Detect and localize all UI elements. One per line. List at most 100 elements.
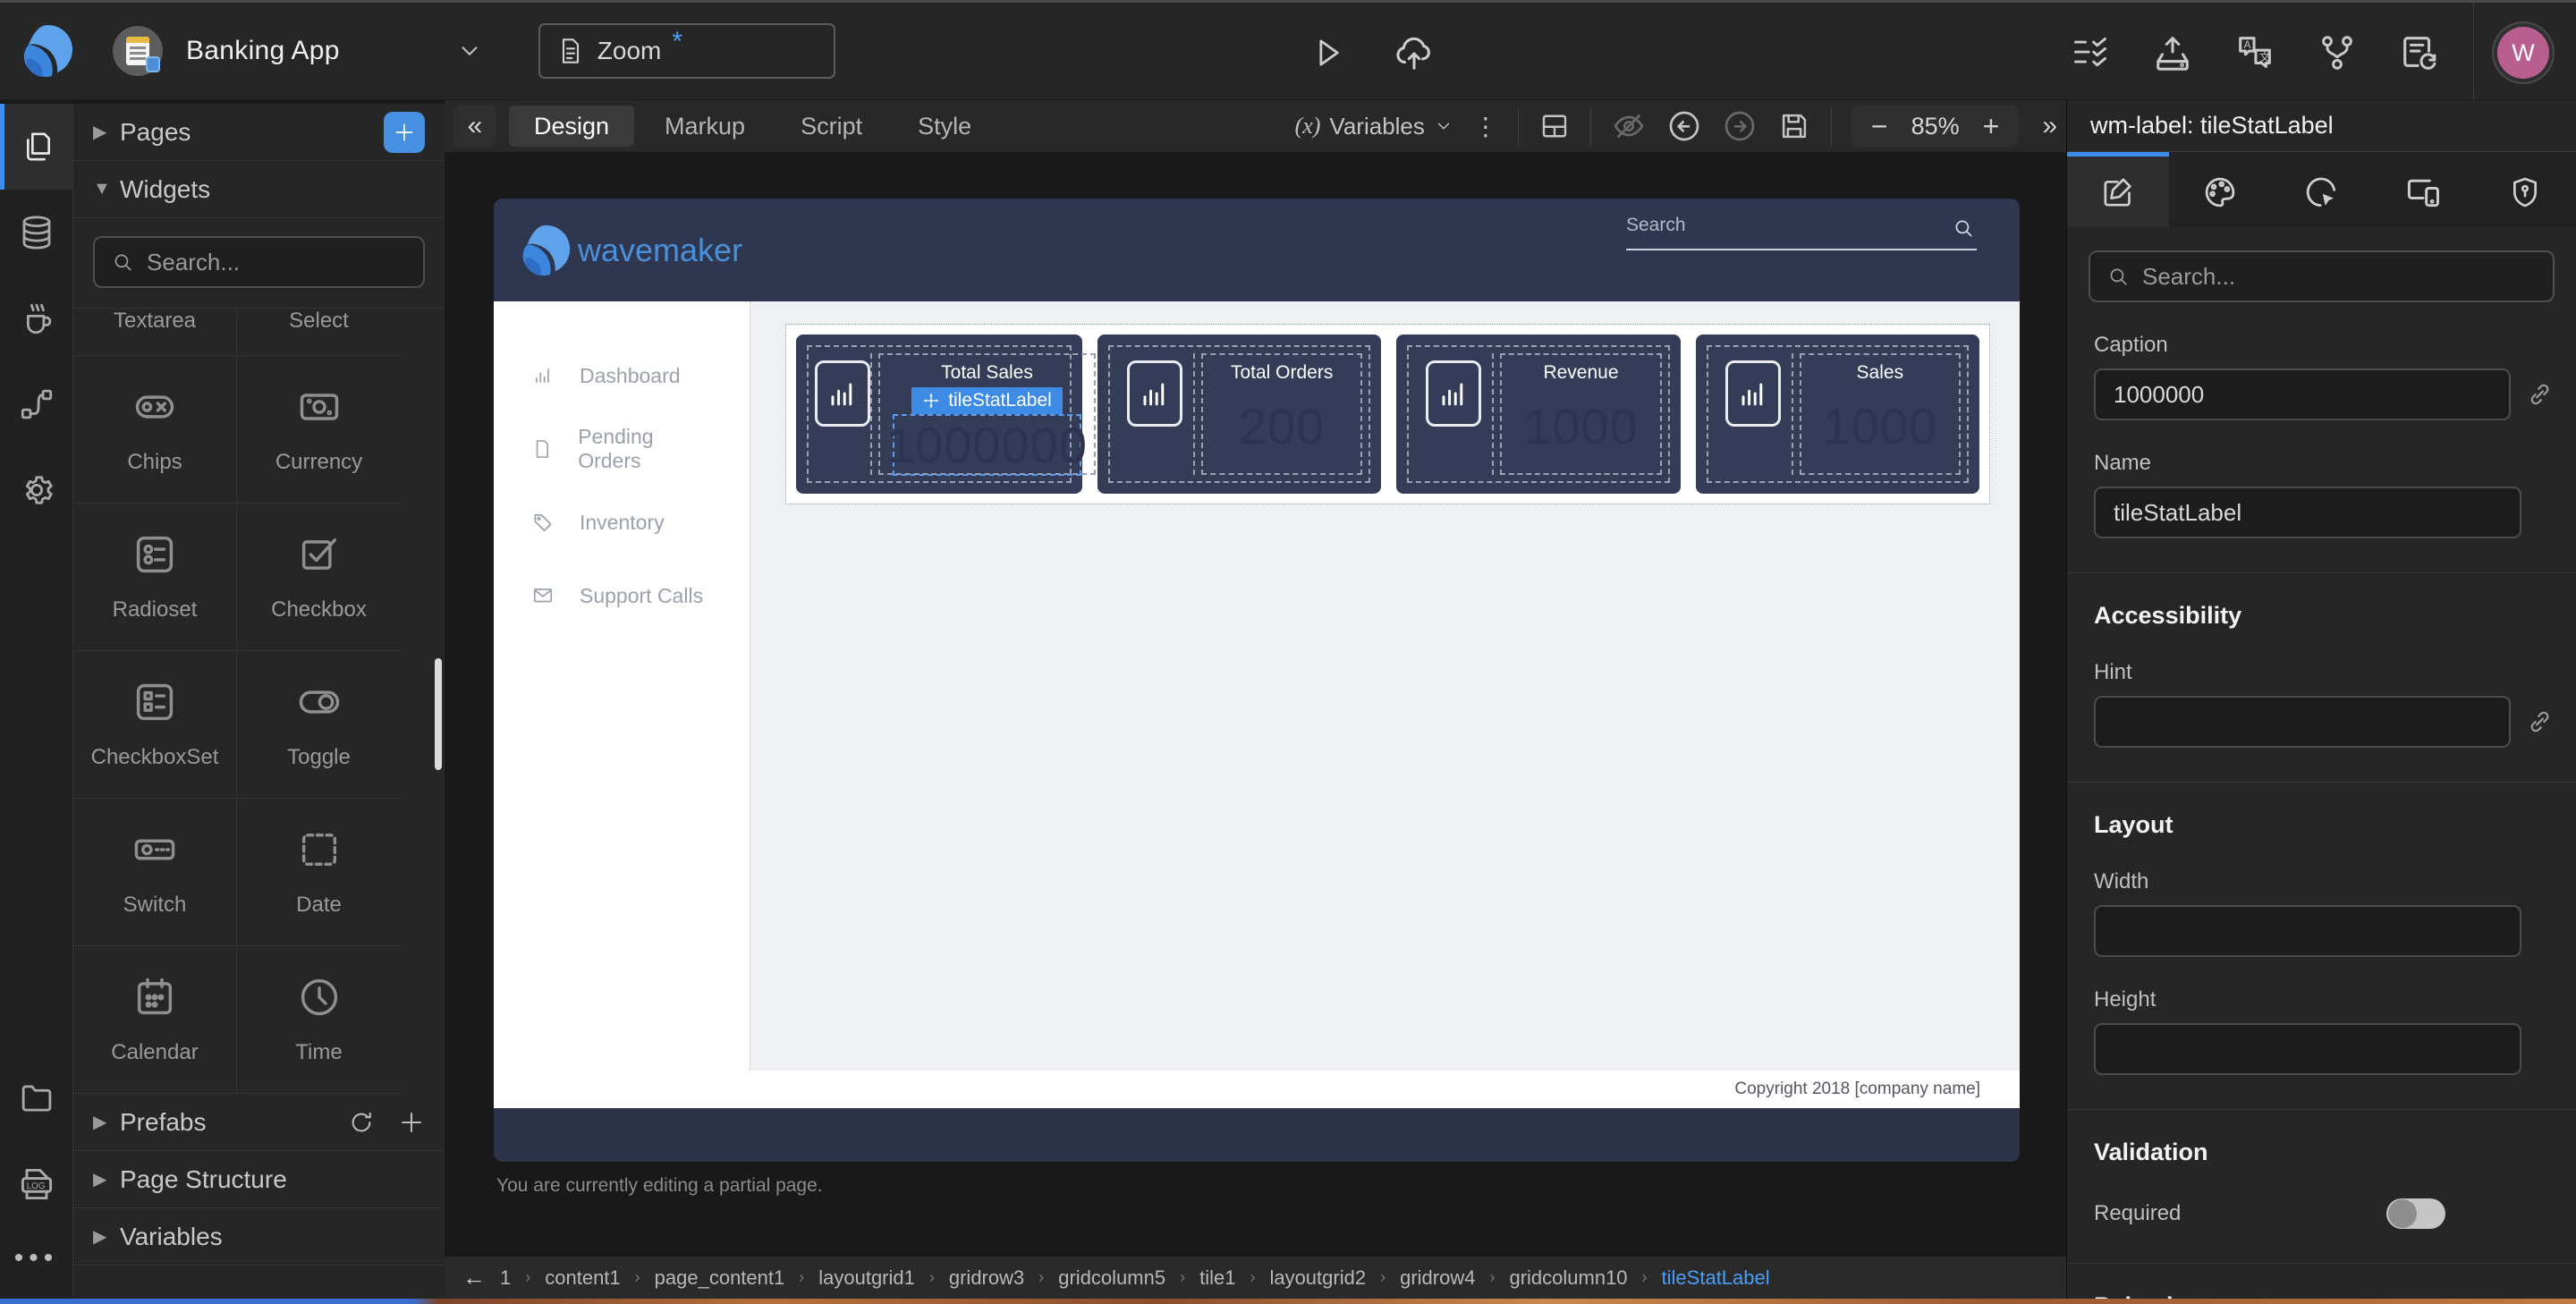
preview-nav-dashboard[interactable]: Dashboard xyxy=(494,339,750,412)
name-input[interactable] xyxy=(2094,487,2521,538)
tab-styles[interactable] xyxy=(2169,152,2271,227)
refresh-icon[interactable] xyxy=(348,1109,375,1136)
partial-page-notice: You are currently editing a partial page… xyxy=(496,1175,823,1197)
bind-property-link-icon[interactable] xyxy=(2525,707,2555,737)
widget-item-checkbox[interactable]: Checkbox xyxy=(237,504,401,650)
tab-properties[interactable] xyxy=(2067,152,2169,227)
breadcrumb-back-icon[interactable]: ← xyxy=(462,1264,486,1291)
preview-brand-name: wavemaker xyxy=(578,232,742,269)
editor-tab-script[interactable]: Script xyxy=(775,106,887,147)
preview-nav-support-calls[interactable]: Support Calls xyxy=(494,559,750,632)
wavemaker-logo-icon[interactable] xyxy=(18,22,75,80)
panel-scrollbar-thumb[interactable] xyxy=(435,658,442,770)
widget-item-toggle[interactable]: Toggle xyxy=(237,651,401,798)
tab-security[interactable] xyxy=(2474,152,2576,227)
export-project-icon[interactable] xyxy=(2152,32,2193,73)
breadcrumb-item-layoutgrid2[interactable]: layoutgrid2 xyxy=(1269,1266,1366,1290)
pages-section-header[interactable]: ▶ Pages xyxy=(73,104,445,161)
rail-item-files[interactable] xyxy=(0,1055,72,1141)
widget-item-textarea[interactable]: Textarea xyxy=(73,309,237,355)
widget-item-date[interactable]: Date xyxy=(237,799,401,945)
project-chevron-down-icon[interactable] xyxy=(456,38,483,64)
prefabs-section-header[interactable]: ▶ Prefabs xyxy=(73,1094,445,1151)
selected-widget-chip[interactable]: tileStatLabel xyxy=(911,387,1063,414)
rail-item-pages[interactable] xyxy=(0,104,72,190)
width-input[interactable] xyxy=(2094,905,2521,957)
checklist-icon[interactable] xyxy=(2071,33,2110,72)
caption-input[interactable] xyxy=(2094,368,2511,420)
bind-property-link-icon[interactable] xyxy=(2525,379,2555,410)
undo-icon[interactable] xyxy=(1666,108,1702,144)
localization-icon[interactable]: A文 xyxy=(2234,32,2275,73)
add-prefab-icon[interactable] xyxy=(398,1109,425,1136)
widget-search-input[interactable]: Search... xyxy=(93,236,425,288)
add-page-button[interactable] xyxy=(384,112,425,153)
project-icon[interactable] xyxy=(113,26,163,76)
breadcrumb-item-tile1[interactable]: tile1 xyxy=(1199,1266,1235,1290)
widget-item-time[interactable]: Time xyxy=(237,946,401,1093)
preview-nav-inventory[interactable]: Inventory xyxy=(494,486,750,559)
stat-tile-revenue[interactable]: Revenue 1000 xyxy=(1396,334,1680,494)
preview-nav-pending-orders[interactable]: Pending Orders xyxy=(494,412,750,486)
stat-tile-total-orders[interactable]: Total Orders 200 xyxy=(1097,334,1381,494)
breadcrumb-item-tileStatLabel[interactable]: tileStatLabel xyxy=(1662,1266,1770,1290)
breadcrumb-item-gridcolumn5[interactable]: gridcolumn5 xyxy=(1058,1266,1165,1290)
tab-devices[interactable] xyxy=(2372,152,2474,227)
zoom-out-button[interactable]: − xyxy=(1871,110,1888,143)
expand-right-panel-button[interactable]: » xyxy=(2042,111,2057,141)
collapse-left-panel-button[interactable]: « xyxy=(453,105,496,148)
rail-item-apis[interactable] xyxy=(0,361,72,447)
editor-tab-markup[interactable]: Markup xyxy=(640,106,770,147)
breadcrumb-item-1[interactable]: 1 xyxy=(500,1266,511,1290)
stat-tile-sales[interactable]: Sales 1000 xyxy=(1696,334,1979,494)
rail-item-logs[interactable]: LOG xyxy=(0,1141,72,1227)
editor-tab-design[interactable]: Design xyxy=(509,106,634,147)
preview-search-underline xyxy=(1626,249,1977,250)
user-avatar[interactable]: W xyxy=(2497,27,2549,79)
breadcrumb-item-gridrow4[interactable]: gridrow4 xyxy=(1400,1266,1475,1290)
variables-dropdown[interactable]: (x) Variables xyxy=(1295,113,1453,140)
deploy-cloud-upload-icon[interactable] xyxy=(1394,32,1435,73)
section-divider xyxy=(2067,1109,2576,1110)
save-icon[interactable] xyxy=(1777,109,1811,143)
zoom-in-button[interactable]: + xyxy=(1983,110,2000,143)
widget-item-switch[interactable]: Switch xyxy=(73,799,237,945)
widgets-section-header[interactable]: ▼ Widgets xyxy=(73,161,445,218)
breadcrumb-item-layoutgrid1[interactable]: layoutgrid1 xyxy=(818,1266,915,1290)
more-options-icon[interactable]: ⋮ xyxy=(1473,112,1498,141)
widget-item-radioset[interactable]: Radioset xyxy=(73,504,237,650)
rail-more-icon[interactable]: ••• xyxy=(0,1227,72,1299)
inspector-search-input[interactable]: Search... xyxy=(2089,250,2555,302)
tile-value[interactable]: 1000000 xyxy=(893,414,1081,476)
file-sync-icon[interactable] xyxy=(2399,32,2440,73)
required-toggle[interactable] xyxy=(2386,1198,2445,1229)
page-selector[interactable]: Zoom * xyxy=(538,23,835,79)
version-control-icon[interactable] xyxy=(2318,33,2357,72)
page-structure-section-header[interactable]: ▶ Page Structure xyxy=(73,1151,445,1208)
widget-item-chips[interactable]: Chips xyxy=(73,356,237,503)
variables-section-header[interactable]: ▶ Variables xyxy=(73,1208,445,1266)
rail-item-java-services[interactable] xyxy=(0,275,72,361)
editor-tab-style[interactable]: Style xyxy=(893,106,996,147)
run-preview-icon[interactable] xyxy=(1308,34,1345,72)
rail-item-settings[interactable] xyxy=(0,447,72,533)
layout-grid-icon[interactable] xyxy=(1538,110,1571,142)
redo-icon[interactable] xyxy=(1722,108,1758,144)
widget-item-currency[interactable]: Currency xyxy=(237,356,401,503)
hide-markup-eye-off-icon[interactable] xyxy=(1611,108,1647,144)
tab-events[interactable] xyxy=(2271,152,2373,227)
design-canvas[interactable]: wavemaker Search DashboardPending Orders… xyxy=(445,152,2066,1256)
breadcrumb-item-content1[interactable]: content1 xyxy=(545,1266,620,1290)
preview-search[interactable]: Search xyxy=(1626,215,1977,250)
widget-item-checkboxset[interactable]: CheckboxSet xyxy=(73,651,237,798)
editor-mode-tabs: DesignMarkupScriptStyle xyxy=(509,106,996,147)
breadcrumb-item-page_content1[interactable]: page_content1 xyxy=(655,1266,785,1290)
widget-item-calendar[interactable]: Calendar xyxy=(73,946,237,1093)
breadcrumb-item-gridrow3[interactable]: gridrow3 xyxy=(949,1266,1024,1290)
height-input[interactable] xyxy=(2094,1023,2521,1075)
rail-item-database[interactable] xyxy=(0,190,72,275)
widget-item-select[interactable]: Select xyxy=(237,309,401,355)
hint-input[interactable] xyxy=(2094,696,2511,748)
breadcrumb-item-gridcolumn10[interactable]: gridcolumn10 xyxy=(1509,1266,1627,1290)
stat-tile-total-sales[interactable]: Total Sales tileStatLabel 1000000 xyxy=(796,334,1082,494)
